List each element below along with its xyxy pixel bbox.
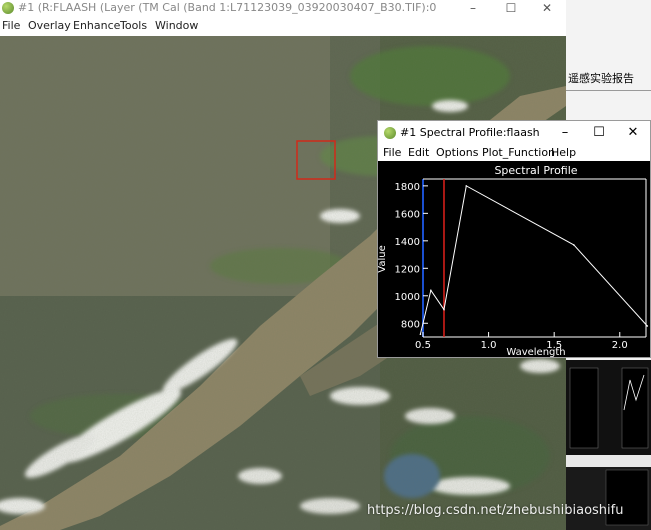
spectral-data-point xyxy=(465,185,468,187)
menu-window[interactable]: Window xyxy=(155,16,198,36)
y-tick-label: 800 xyxy=(401,319,420,330)
spectral-data-point xyxy=(419,333,422,336)
spectral-plot-canvas: Spectral Profile Wavelength Value 800100… xyxy=(378,164,649,357)
minimize-button[interactable]: – xyxy=(548,121,582,145)
watermark: https://blog.csdn.net/zhebushibiaoshifu xyxy=(367,503,624,518)
envi-app-icon xyxy=(384,127,396,139)
x-tick-label: 1.5 xyxy=(546,340,562,351)
menu-options[interactable]: Options xyxy=(436,145,478,161)
spectral-data-point xyxy=(430,289,432,292)
y-tick-label: 1000 xyxy=(395,292,420,303)
x-tick-label: 1.0 xyxy=(481,340,497,351)
spectral-plot[interactable]: Spectral Profile Wavelength Value 800 100… xyxy=(378,161,650,357)
spectral-data-point xyxy=(646,325,649,327)
spectral-profile-window[interactable]: #1 Spectral Profile:flaash – ☐ ✕ File Ed… xyxy=(377,120,651,358)
spectral-data-point xyxy=(573,244,575,246)
close-button[interactable]: ✕ xyxy=(616,121,650,145)
spectral-data-point xyxy=(443,308,445,311)
spectral-series-line xyxy=(419,185,648,335)
image-window-titlebar[interactable]: #1 (R:FLAASH (Layer (TM Cal (Band 1:L711… xyxy=(0,0,566,16)
envi-app-icon xyxy=(2,2,14,14)
menu-help[interactable]: Help xyxy=(551,145,576,161)
y-tick-label: 1600 xyxy=(395,209,420,220)
y-tick-label: 1200 xyxy=(395,264,420,275)
y-tick-label: 1800 xyxy=(395,182,420,193)
spectral-window-menubar: File Edit Options Plot_Function Help xyxy=(378,145,650,161)
chart-title: Spectral Profile xyxy=(494,164,577,177)
minimize-button[interactable]: – xyxy=(458,0,488,16)
menu-overlay[interactable]: Overlay xyxy=(28,16,71,36)
close-button[interactable]: ✕ xyxy=(532,0,562,16)
image-window-menubar: File Overlay Enhance Tools Window xyxy=(0,16,566,36)
x-tick-label: 2.0 xyxy=(612,340,628,351)
x-tick-label: 0.5 xyxy=(415,340,431,351)
menu-edit[interactable]: Edit xyxy=(408,145,429,161)
y-axis-label: Value xyxy=(378,245,388,272)
menu-tools[interactable]: Tools xyxy=(120,16,147,36)
menu-file[interactable]: File xyxy=(2,16,20,36)
image-window-title: #1 (R:FLAASH (Layer (TM Cal (Band 1:L711… xyxy=(18,1,436,14)
menu-enhance[interactable]: Enhance xyxy=(73,16,120,36)
menu-plot-function[interactable]: Plot_Function xyxy=(482,145,555,161)
maximize-button[interactable]: ☐ xyxy=(582,121,616,145)
menu-file[interactable]: File xyxy=(383,145,401,161)
y-tick-label: 1400 xyxy=(395,237,420,248)
spectral-window-title: #1 Spectral Profile:flaash xyxy=(400,126,540,139)
maximize-button[interactable]: ☐ xyxy=(496,0,526,16)
spectral-window-titlebar[interactable]: #1 Spectral Profile:flaash – ☐ ✕ xyxy=(378,121,650,145)
